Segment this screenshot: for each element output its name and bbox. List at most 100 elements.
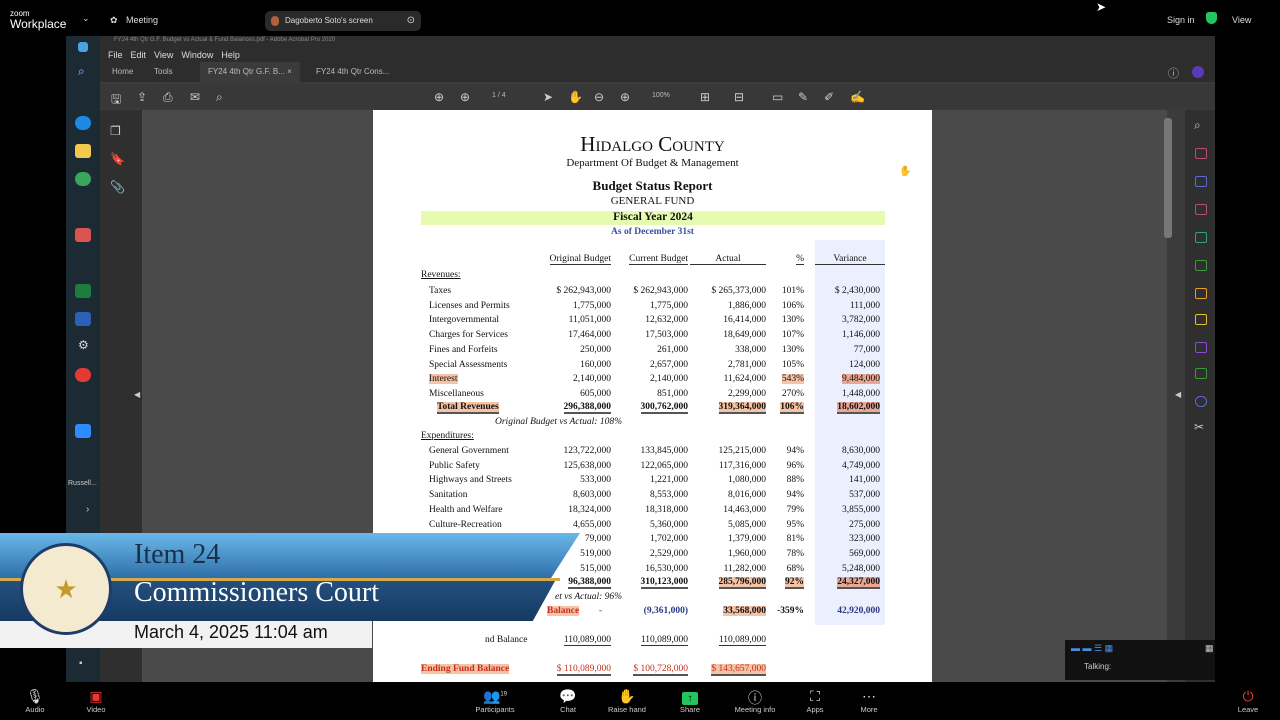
share-button[interactable]: ↑ Share [660, 688, 720, 714]
cell-cur: 1,702,000 [650, 534, 688, 545]
sign-in-link[interactable]: Sign in [1167, 15, 1195, 25]
edit-pdf-icon[interactable] [1195, 176, 1207, 187]
more-icon[interactable]: ⊙ [407, 15, 415, 26]
sign-icon[interactable]: ✍ [850, 90, 865, 104]
edge-icon[interactable] [75, 116, 91, 130]
search-icon[interactable]: ⌕ [216, 90, 223, 105]
print-production-icon[interactable] [1195, 368, 1207, 379]
excel-icon[interactable] [75, 284, 91, 298]
grid-icon[interactable]: ▦ [1205, 643, 1214, 654]
layout-icons[interactable]: ▬ ▬ ☰ ▦ [1071, 643, 1113, 654]
video-button[interactable]: ▣ Video [66, 688, 126, 714]
create-pdf-icon[interactable] [1195, 204, 1207, 215]
protect-icon[interactable] [1195, 396, 1207, 407]
organize-icon[interactable] [1195, 260, 1207, 271]
print-icon[interactable]: ⎙ [163, 90, 173, 105]
cell-var: 9,484,000 [842, 374, 880, 385]
title-bar: FY24 4th Qtr G.F. Budget vs Actual & Fun… [100, 36, 1215, 48]
scroll-mode-icon[interactable]: ⊟ [734, 90, 744, 104]
tab-home[interactable]: Home [104, 62, 141, 82]
menu-edit[interactable]: Edit [131, 50, 147, 60]
collapse-left-icon[interactable]: ◀ [134, 390, 140, 399]
share-indicator[interactable]: Dagoberto Soto's screen ⊙ [265, 11, 421, 31]
app-icon[interactable] [75, 368, 91, 382]
pages-icon[interactable]: ❐ [110, 124, 121, 138]
comment-tool-icon[interactable] [1195, 288, 1207, 299]
cell-var: 18,602,000 [837, 402, 880, 414]
hand-tool-icon[interactable]: ✋ [568, 90, 583, 104]
cell-var: 141,000 [849, 475, 880, 486]
prev-page-icon[interactable]: ⊕ [434, 90, 444, 104]
bookmark-icon[interactable]: 🔖 [110, 152, 125, 166]
zoom-in-icon[interactable]: ⊕ [620, 90, 630, 104]
scrollbar[interactable] [1164, 118, 1172, 238]
more-button[interactable]: ⋯ More [839, 688, 899, 714]
collapse-right-icon[interactable]: ◀ [1175, 390, 1181, 399]
close-icon[interactable]: × [287, 67, 292, 76]
menu-help[interactable]: Help [221, 50, 240, 60]
table-row: Intergovernmental 11,051,000 12,632,000 16,… [373, 315, 932, 329]
highlight-icon[interactable]: ✎ [798, 90, 808, 104]
zoom-level-select[interactable]: 100% [652, 92, 670, 99]
menu-window[interactable]: Window [181, 50, 213, 60]
chat-icon[interactable]: ▪ [79, 658, 83, 669]
explorer-icon[interactable] [75, 144, 91, 158]
participants-button[interactable]: 👥19 Participants [465, 688, 525, 714]
fit-page-icon[interactable]: ⊞ [700, 90, 710, 104]
search-icon[interactable]: ⌕ [1194, 118, 1201, 133]
next-page-icon[interactable]: ⊕ [460, 90, 470, 104]
avatar [271, 16, 279, 26]
fill-sign-icon[interactable] [1195, 342, 1207, 353]
word-icon[interactable] [75, 312, 91, 326]
draw-icon[interactable]: ✐ [824, 90, 834, 104]
meeting-info-button[interactable]: ⓘ Meeting info [725, 688, 785, 714]
cell-cur: 1,221,000 [650, 475, 688, 486]
raise-hand-button[interactable]: ✋ Raise hand [597, 688, 657, 714]
view-button[interactable]: View [1232, 15, 1251, 25]
cell-orig: 4,655,000 [573, 519, 611, 530]
tab-document-1[interactable]: FY24 4th Qtr G.F. B... × [200, 62, 300, 82]
zoom-icon[interactable] [75, 424, 91, 438]
chevron-down-icon[interactable]: ⌄ [82, 13, 90, 24]
tab-tools[interactable]: Tools [146, 62, 181, 82]
table-row: General Government 123,722,000 133,845,000… [373, 446, 932, 460]
cell-var: 569,000 [849, 548, 880, 559]
stamp-icon[interactable] [1195, 314, 1207, 325]
more-tools-icon[interactable]: ✂ [1194, 420, 1204, 434]
cell-var: 8,630,000 [842, 446, 880, 456]
microphone-icon: 🎙 [26, 688, 44, 704]
search-icon[interactable]: ⌕ [78, 64, 85, 79]
menu-file[interactable]: File [108, 50, 123, 60]
total-revenues-row: Total Revenues 296,388,000 300,762,000 319,… [373, 402, 932, 416]
select-tool-icon[interactable]: ➤ [543, 90, 553, 104]
leave-button[interactable]: ⏻ Leave [1218, 688, 1278, 714]
revenues-heading: Revenues: [421, 270, 461, 280]
tab-document-2[interactable]: FY24 4th Qtr Cons... [308, 62, 397, 82]
settings-icon[interactable]: ⚙ [78, 338, 89, 352]
cell-orig: 160,000 [580, 359, 611, 370]
email-icon[interactable]: ✉ [190, 90, 200, 104]
chrome-icon[interactable] [75, 172, 91, 186]
windows-icon[interactable] [78, 42, 88, 52]
chat-button[interactable]: 💬 Chat [538, 688, 598, 714]
zoom-out-icon[interactable]: ⊖ [594, 90, 604, 104]
menu-view[interactable]: View [154, 50, 173, 60]
export-pdf-icon[interactable] [1195, 148, 1207, 159]
help-icon[interactable]: ⓘ [1168, 65, 1179, 81]
app-icon[interactable] [75, 228, 91, 242]
apps-button[interactable]: ⛶ Apps [785, 688, 845, 714]
shield-icon[interactable] [1206, 12, 1217, 24]
account-icon[interactable] [1192, 66, 1204, 78]
save-icon[interactable]: 🖫 [111, 90, 121, 111]
cell-act: 285,796,000 [718, 577, 766, 589]
cell-orig: 125,638,000 [563, 460, 612, 471]
page-number-input[interactable]: 1 / 4 [492, 92, 506, 99]
attachment-icon[interactable]: 📎 [110, 180, 125, 194]
upload-icon[interactable]: ⇪ [137, 90, 147, 104]
comment-icon[interactable]: ▭ [772, 90, 783, 104]
meeting-label[interactable]: Meeting [126, 15, 158, 25]
cell-orig: 79,000 [584, 534, 611, 545]
audio-button[interactable]: 🎙 Audio [5, 688, 65, 714]
chevron-right-icon[interactable]: › [86, 504, 89, 515]
combine-icon[interactable] [1195, 232, 1207, 243]
